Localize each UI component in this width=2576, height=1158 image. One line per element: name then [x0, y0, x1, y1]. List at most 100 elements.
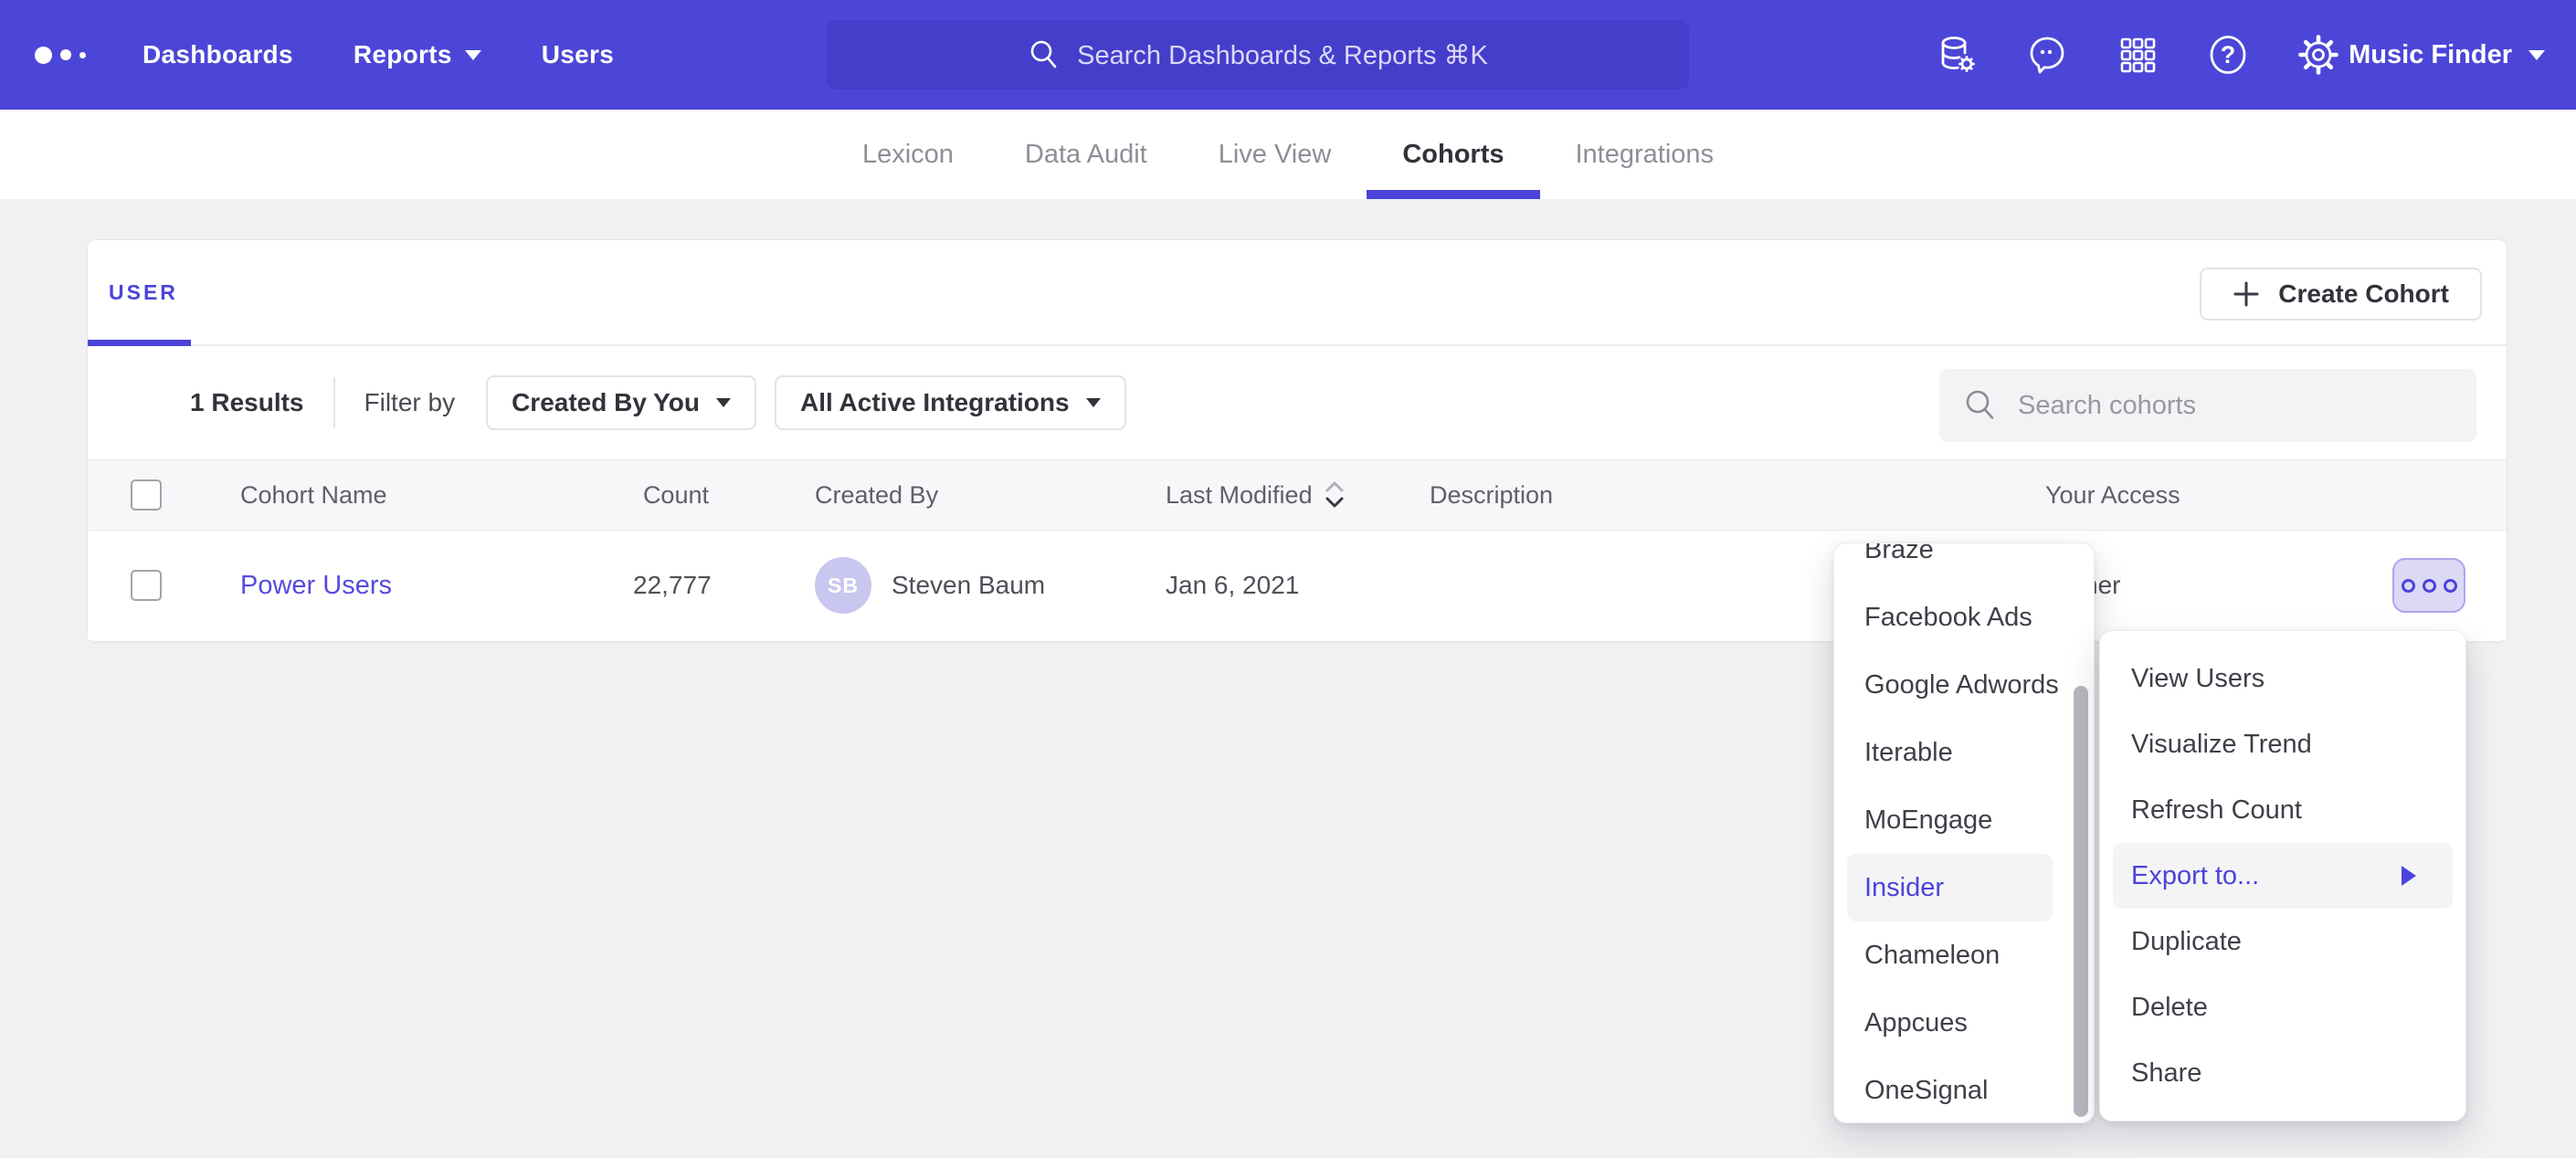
sort-icon	[1324, 479, 1346, 511]
tab-data-audit[interactable]: Data Audit	[989, 110, 1183, 199]
tab-live-view[interactable]: Live View	[1183, 110, 1367, 199]
integrations-filter-dropdown[interactable]: All Active Integrations	[775, 375, 1126, 430]
ellipsis-dot	[2402, 579, 2415, 593]
chevron-down-icon	[465, 50, 481, 60]
nav-link-label: Reports	[354, 40, 452, 69]
search-icon	[1963, 388, 1998, 423]
tab-label: Data Audit	[1025, 140, 1147, 170]
feedback-bubble-icon[interactable]	[2025, 33, 2069, 77]
chevron-down-icon	[716, 398, 731, 407]
divider	[333, 377, 335, 428]
nav-link-users[interactable]: Users	[542, 40, 614, 69]
logo-dot-small	[79, 52, 86, 58]
menu-item-visualize-trend[interactable]: Visualize Trend	[2100, 711, 2465, 777]
table-header: Cohort Name Count Created By Last Modifi…	[88, 459, 2507, 531]
col-header-last-modified[interactable]: Last Modified	[1166, 479, 1346, 511]
menu-item-duplicate[interactable]: Duplicate	[2100, 909, 2465, 974]
global-search-placeholder: Search Dashboards & Reports ⌘K	[1077, 39, 1488, 71]
nav-link-dashboards[interactable]: Dashboards	[143, 40, 293, 69]
logo-dot-medium	[60, 49, 71, 60]
submenu-scrollbar[interactable]	[2074, 686, 2088, 1117]
col-header-cohort-name[interactable]: Cohort Name	[240, 481, 633, 510]
svg-text:?: ?	[2221, 41, 2236, 68]
col-header-description[interactable]: Description	[1430, 481, 2045, 510]
created-by-cell: SB Steven Baum	[815, 557, 1166, 614]
tab-label: Integrations	[1576, 140, 1715, 170]
ellipsis-dot	[2423, 579, 2436, 593]
cohort-name-link[interactable]: Power Users	[240, 571, 392, 600]
data-gear-icon[interactable]	[1935, 33, 1979, 77]
tab-label: USER	[109, 280, 178, 305]
col-header-label: Last Modified	[1166, 481, 1313, 510]
menu-item-iterable[interactable]: Iterable	[1834, 719, 2094, 786]
chevron-down-icon	[1086, 398, 1101, 407]
tab-user-cohorts[interactable]: USER	[88, 240, 199, 344]
menu-item-braze[interactable]: Braze	[1834, 542, 2094, 584]
menu-item-view-users[interactable]: View Users	[2100, 646, 2465, 711]
workspace-switcher[interactable]: Music Finder	[2349, 0, 2545, 110]
create-cohort-button[interactable]: Create Cohort	[2200, 268, 2482, 321]
global-search-input[interactable]: Search Dashboards & Reports ⌘K	[827, 20, 1689, 89]
settings-gear-icon[interactable]	[2296, 33, 2340, 77]
tab-label: Lexicon	[862, 140, 954, 170]
menu-item-moengage[interactable]: MoEngage	[1834, 786, 2094, 854]
filter-label: Created By You	[512, 388, 700, 417]
tab-label: Live View	[1219, 140, 1332, 170]
menu-item-google-adwords[interactable]: Google Adwords	[1834, 651, 2094, 719]
row-actions-button[interactable]	[2392, 558, 2465, 613]
created-by-filter-dropdown[interactable]: Created By You	[486, 375, 756, 430]
nav-link-label: Dashboards	[143, 40, 293, 69]
created-by-name: Steven Baum	[892, 571, 1045, 600]
avatar: SB	[815, 557, 871, 614]
menu-item-appcues[interactable]: Appcues	[1834, 989, 2094, 1057]
cohorts-panel: USER Create Cohort 1 Results Filter by C…	[87, 239, 2507, 642]
filter-toolbar: 1 Results Filter by Created By You All A…	[88, 346, 2507, 459]
tab-integrations[interactable]: Integrations	[1540, 110, 1750, 199]
apps-grid-icon[interactable]	[2116, 33, 2159, 77]
chevron-down-icon	[2528, 50, 2545, 60]
cohort-search-box[interactable]	[1939, 369, 2476, 442]
menu-item-refresh-count[interactable]: Refresh Count	[2100, 777, 2465, 843]
menu-item-delete[interactable]: Delete	[2100, 974, 2465, 1040]
mixpanel-logo[interactable]	[35, 47, 99, 64]
create-cohort-label: Create Cohort	[2278, 279, 2449, 309]
tab-lexicon[interactable]: Lexicon	[827, 110, 989, 199]
filter-by-label: Filter by	[364, 388, 456, 417]
last-modified-cell: Jan 6, 2021	[1166, 571, 1430, 600]
results-count: 1 Results	[190, 388, 304, 417]
tab-cohorts[interactable]: Cohorts	[1367, 110, 1539, 199]
menu-item-insider[interactable]: Insider	[1847, 854, 2053, 921]
submenu-arrow-icon	[2402, 866, 2416, 886]
nav-link-reports[interactable]: Reports	[354, 40, 481, 69]
navbar-icon-group: ?	[1935, 0, 2340, 110]
menu-item-chameleon[interactable]: Chameleon	[1834, 921, 2094, 989]
ellipsis-dot	[2444, 579, 2457, 593]
secondary-nav: Lexicon Data Audit Live View Cohorts Int…	[0, 110, 2576, 199]
nav-links: Dashboards Reports Users	[143, 40, 614, 69]
plus-icon	[2233, 280, 2260, 308]
top-navbar: Dashboards Reports Users Search Dashboar…	[0, 0, 2576, 110]
menu-item-onesignal[interactable]: OneSignal	[1834, 1057, 2094, 1123]
menu-item-label: Export to...	[2131, 861, 2259, 890]
export-integrations-submenu: Braze Facebook Ads Google Adwords Iterab…	[1833, 542, 2095, 1123]
row-checkbox[interactable]	[131, 570, 162, 601]
table-row: Power Users 22,777 SB Steven Baum Jan 6,…	[88, 531, 2507, 640]
search-icon	[1028, 38, 1061, 71]
workspace-name: Music Finder	[2349, 40, 2512, 70]
nav-link-label: Users	[542, 40, 614, 69]
tab-label: Cohorts	[1402, 140, 1504, 170]
col-header-created-by[interactable]: Created By	[815, 481, 1166, 510]
menu-item-share[interactable]: Share	[2100, 1040, 2465, 1106]
select-all-checkbox[interactable]	[131, 479, 162, 511]
logo-dot-large	[35, 47, 52, 64]
cohort-type-tabbar: USER Create Cohort	[88, 240, 2507, 346]
col-header-your-access[interactable]: Your Access	[2045, 481, 2392, 510]
menu-item-export-to[interactable]: Export to...	[2113, 843, 2453, 909]
row-context-menu: View Users Visualize Trend Refresh Count…	[2099, 630, 2466, 1121]
cohort-search-input[interactable]	[2018, 391, 2453, 421]
help-icon[interactable]: ?	[2206, 33, 2250, 77]
your-access-cell: Owner	[2045, 571, 2392, 600]
cohort-count: 22,777	[633, 571, 709, 600]
menu-item-facebook-ads[interactable]: Facebook Ads	[1834, 584, 2094, 651]
col-header-count[interactable]: Count	[633, 481, 709, 510]
